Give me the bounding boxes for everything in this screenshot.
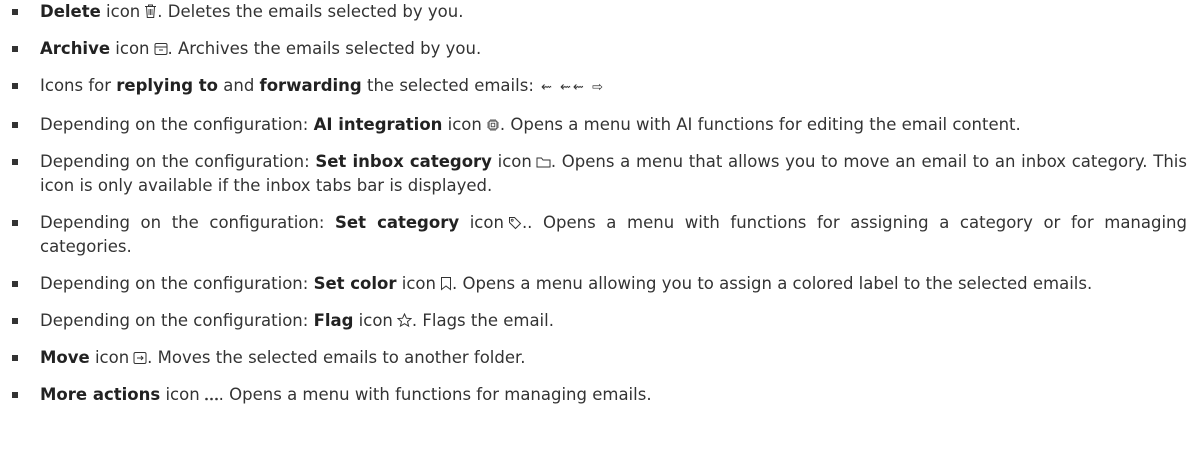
text: . Moves the selected emails to another f…	[147, 348, 526, 367]
term-color: Set color	[313, 274, 397, 293]
text: Depending on the configuration:	[40, 311, 314, 330]
bullet	[12, 281, 18, 287]
text: icon	[100, 2, 141, 21]
text: . Archives the emails selected by you.	[167, 39, 482, 58]
text: . Deletes the emails selected by you.	[157, 2, 464, 21]
text: icon	[442, 115, 482, 134]
bullet	[12, 355, 18, 361]
text: Depending on the configuration:	[40, 213, 335, 232]
list-item-more: More actions icon . Opens a menu with fun…	[12, 383, 1187, 407]
text: icon	[353, 311, 393, 330]
delete-icon	[144, 4, 157, 19]
term-reply: replying to	[116, 76, 218, 95]
folder-icon	[536, 156, 551, 169]
list-item-flag: Depending on the configuration: Flag ico…	[12, 309, 1187, 333]
bullet	[12, 46, 18, 52]
term-more: More actions	[40, 385, 161, 404]
move-folder-icon	[133, 351, 147, 365]
list-item-category: Depending on the configuration: Set cate…	[12, 211, 1187, 259]
text: Depending on the configuration:	[40, 115, 314, 134]
list-item-ai: Depending on the configuration: AI integ…	[12, 113, 1187, 137]
text: Icons for	[40, 76, 117, 95]
text: icon	[160, 385, 200, 404]
bullet	[12, 318, 18, 324]
term-archive: Archive	[40, 39, 111, 58]
term-category: Set category	[335, 213, 460, 232]
text: . Opens a menu with AI functions for edi…	[499, 115, 1021, 134]
text: . Flags the email.	[411, 311, 554, 330]
text: icon	[110, 39, 150, 58]
more-icon	[204, 396, 219, 402]
term-move: Move	[40, 348, 90, 367]
term-flag: Flag	[313, 311, 354, 330]
text: icon	[459, 213, 504, 232]
text: and	[218, 76, 260, 95]
list-item-color: Depending on the configuration: Set colo…	[12, 272, 1187, 296]
tag-icon	[508, 216, 522, 230]
icon-description-list: Delete icon . Deletes the emails selected…	[0, 0, 1197, 407]
list-item-inbox-category: Depending on the configuration: Set inbo…	[12, 150, 1187, 198]
reply-forward-icons: ⇜ ⇜⇜ ⇨	[541, 80, 605, 95]
term-forward: forwarding	[259, 76, 362, 95]
list-item-delete: Delete icon . Deletes the emails selected…	[12, 0, 1187, 24]
archive-icon	[154, 42, 168, 56]
bullet	[12, 9, 18, 15]
text: Depending on the configuration:	[40, 152, 316, 171]
bullet	[12, 159, 18, 165]
bullet	[12, 392, 18, 398]
text: icon	[491, 152, 532, 171]
bullet	[12, 83, 18, 89]
bullet	[12, 220, 18, 226]
ai-chip-icon	[486, 118, 500, 132]
text: . Opens a menu with functions for managi…	[218, 385, 652, 404]
term-ai: AI integration	[313, 115, 443, 134]
term-inbox-category: Set inbox category	[315, 152, 492, 171]
bookmark-icon	[440, 276, 452, 291]
text: icon	[89, 348, 130, 367]
text: Depending on the configuration:	[40, 274, 314, 293]
text: icon	[396, 274, 436, 293]
list-item-move: Move icon . Moves the selected emails to …	[12, 346, 1187, 370]
text: the selected emails:	[361, 76, 540, 95]
term-delete: Delete	[40, 2, 101, 21]
star-icon	[396, 313, 412, 328]
text: . Opens a menu allowing you to assign a …	[451, 274, 1093, 293]
bullet	[12, 122, 18, 128]
list-item-archive: Archive icon . Archives the emails select…	[12, 37, 1187, 61]
list-item-reply-forward: Icons for replying to and forwarding the…	[12, 74, 1187, 100]
